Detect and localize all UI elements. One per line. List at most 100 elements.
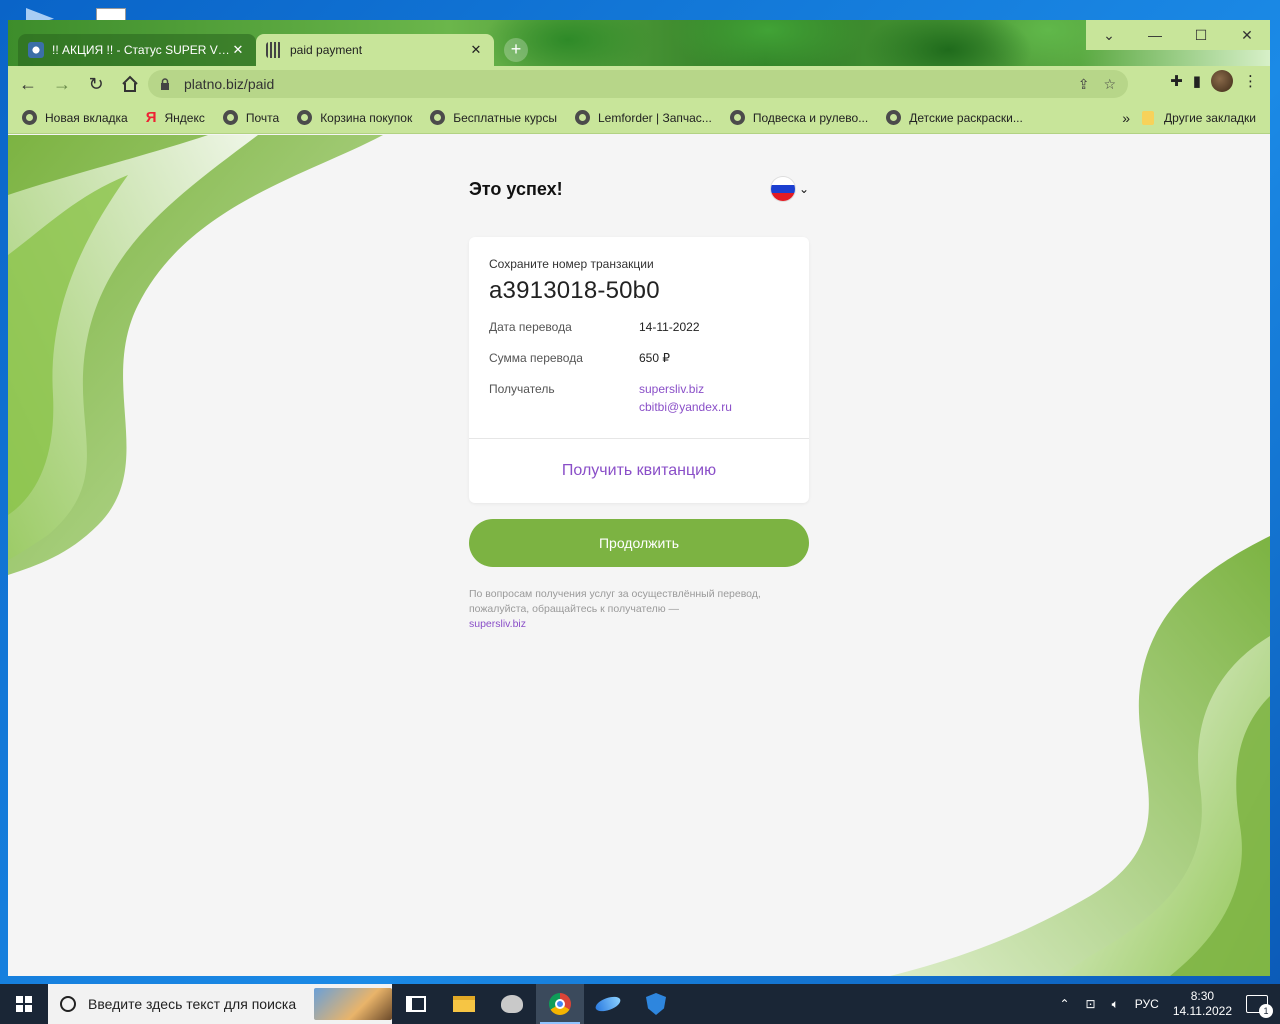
start-button[interactable] — [0, 984, 48, 1024]
bookmark-cart[interactable]: Корзина покупок — [297, 110, 412, 125]
avatar[interactable] — [1211, 70, 1233, 92]
notifications-button[interactable]: 1 — [1246, 995, 1273, 1018]
save-transaction-label: Сохраните номер транзакции — [489, 257, 654, 271]
chrome-icon — [549, 993, 571, 1015]
get-receipt-button[interactable]: Получить квитанцию — [469, 439, 809, 503]
globe-icon — [222, 110, 238, 125]
new-tab-button[interactable]: + — [504, 38, 528, 62]
paint-app-button[interactable] — [488, 984, 536, 1024]
side-panel-icon[interactable]: ▮ — [1193, 72, 1201, 90]
network-icon[interactable]: ⊡ — [1086, 997, 1096, 1011]
bookmark-mail[interactable]: Почта — [222, 110, 280, 125]
back-button[interactable]: ← — [14, 70, 42, 98]
extensions-puzzle-icon[interactable]: ✚ — [1170, 72, 1183, 90]
page-viewport: Это успех! ⌄ Сохраните номер транзакции … — [8, 135, 1270, 976]
page-title: Это успех! — [469, 178, 563, 199]
continue-button[interactable]: Продолжить — [469, 519, 809, 567]
globe-icon — [297, 110, 313, 125]
recipient-site-link[interactable]: supersliv.biz — [639, 380, 732, 398]
bookmark-coloring[interactable]: Детские раскраски... — [886, 110, 1023, 125]
taskbar: Введите здесь текст для поиска ⌃ ⊡ 🔈︎ РУ… — [0, 984, 1280, 1024]
tab-title: paid payment — [290, 43, 363, 57]
transfer-date-value: 14-11-2022 — [639, 320, 700, 334]
transfer-amount-value: 650 ₽ — [639, 351, 670, 365]
bookmark-lemforder[interactable]: Lemforder | Запчас... — [574, 110, 712, 125]
transfer-amount-label: Сумма перевода — [489, 351, 583, 365]
recipient-email-link[interactable]: cbitbi@yandex.ru — [639, 398, 732, 416]
globe-icon — [574, 110, 590, 125]
lock-icon — [161, 78, 169, 90]
home-button[interactable] — [116, 70, 144, 98]
arrow-right-icon: → — [53, 73, 71, 94]
other-bookmarks-folder[interactable]: Другие закладки — [1142, 110, 1256, 125]
decorative-wave-bottom-right — [890, 536, 1270, 976]
search-placeholder: Введите здесь текст для поиска — [88, 996, 297, 1012]
payment-success-panel: Это успех! ⌄ Сохраните номер транзакции … — [469, 175, 809, 632]
globe-icon — [729, 110, 745, 125]
russia-flag-icon — [770, 177, 795, 201]
forward-button[interactable]: → — [48, 70, 76, 98]
transaction-id: a3913018-50b0 — [489, 277, 660, 304]
minimize-button[interactable]: — — [1132, 20, 1178, 50]
address-bar[interactable]: platno.biz/paid ⇪ ☆ — [148, 70, 1128, 98]
speaker-icon[interactable]: 🔈︎ — [1112, 997, 1119, 1012]
support-recipient-link[interactable]: supersliv.biz — [469, 618, 526, 630]
chevron-down-icon: ⌄ — [1103, 26, 1115, 43]
reload-button[interactable]: ↻ — [82, 70, 110, 98]
tab-search-button[interactable]: ⌄ — [1086, 20, 1132, 50]
palette-icon — [501, 995, 523, 1013]
system-tray: ⌃ ⊡ 🔈︎ РУС 8:30 14.11.2022 1 — [1051, 984, 1280, 1024]
maximize-button[interactable]: ☐ — [1178, 20, 1224, 50]
taskbar-search-box[interactable]: Введите здесь текст для поиска — [48, 984, 392, 1024]
app-button-blue[interactable] — [584, 984, 632, 1024]
transfer-date-label: Дата перевода — [489, 320, 572, 334]
close-icon: ✕ — [1241, 26, 1253, 43]
language-selector[interactable]: ⌄ — [770, 177, 809, 201]
bookmarks-bar: Новая вкладка Я Яндекс Почта Корзина поку… — [8, 102, 1270, 134]
shield-icon — [646, 993, 666, 1015]
barcode-favicon-icon — [266, 42, 282, 58]
file-explorer-button[interactable] — [440, 984, 488, 1024]
site-favicon-icon — [28, 42, 44, 58]
app-swoosh-icon — [593, 993, 623, 1015]
close-icon[interactable]: ✕ — [230, 42, 246, 58]
share-icon[interactable]: ⇪ — [1078, 76, 1090, 93]
bookmarks-overflow-button[interactable]: » — [1122, 110, 1130, 126]
tab-super-vip[interactable]: !! АКЦИЯ !! - Статус SUPER VIP с ✕ — [18, 34, 256, 66]
yandex-icon: Я — [145, 109, 157, 126]
bookmark-suspension[interactable]: Подвеска и рулево... — [729, 110, 868, 125]
browser-toolbar: ← → ↻ platno.biz/paid ⇪ ☆ ✚ ▮ ⋮ — [8, 66, 1270, 102]
bookmark-label: Яндекс — [164, 110, 205, 125]
search-highlight-image[interactable] — [314, 988, 392, 1020]
clock-time: 8:30 — [1190, 989, 1215, 1003]
folder-icon — [453, 996, 475, 1012]
input-language[interactable]: РУС — [1135, 997, 1159, 1011]
bookmark-label: Бесплатные курсы — [453, 110, 557, 125]
tab-paid-payment[interactable]: paid payment ✕ — [256, 34, 494, 66]
globe-icon — [886, 110, 902, 125]
security-app-button[interactable] — [632, 984, 680, 1024]
folder-icon — [1142, 110, 1155, 125]
star-icon[interactable]: ☆ — [1103, 76, 1116, 93]
chevron-up-icon[interactable]: ⌃ — [1059, 997, 1069, 1011]
browser-window: !! АКЦИЯ !! - Статус SUPER VIP с ✕ paid … — [8, 20, 1270, 976]
notification-count-badge: 1 — [1259, 1004, 1273, 1018]
recipient-label: Получатель — [489, 382, 555, 396]
globe-icon — [430, 110, 446, 125]
task-view-button[interactable] — [392, 984, 440, 1024]
clock[interactable]: 8:30 14.11.2022 — [1173, 989, 1232, 1019]
close-window-button[interactable]: ✕ — [1224, 20, 1270, 50]
chrome-app-button[interactable] — [536, 984, 584, 1024]
minimize-icon: — — [1148, 27, 1162, 43]
transfer-date-row: Дата перевода 14-11-2022 — [489, 318, 789, 336]
bookmark-label: Почта — [245, 110, 280, 125]
bookmark-yandex[interactable]: Я Яндекс — [146, 109, 205, 126]
bookmark-new-tab[interactable]: Новая вкладка — [22, 110, 128, 125]
bookmark-free-courses[interactable]: Бесплатные курсы — [430, 110, 557, 125]
transaction-card: Сохраните номер транзакции a3913018-50b0… — [469, 237, 809, 503]
other-bookmarks-label: Другие закладки — [1164, 110, 1256, 125]
close-icon[interactable]: ✕ — [468, 42, 484, 58]
menu-kebab-icon[interactable]: ⋮ — [1243, 72, 1258, 90]
chevron-down-icon: ⌄ — [798, 182, 809, 196]
bookmark-label: Lemforder | Запчас... — [597, 110, 712, 125]
